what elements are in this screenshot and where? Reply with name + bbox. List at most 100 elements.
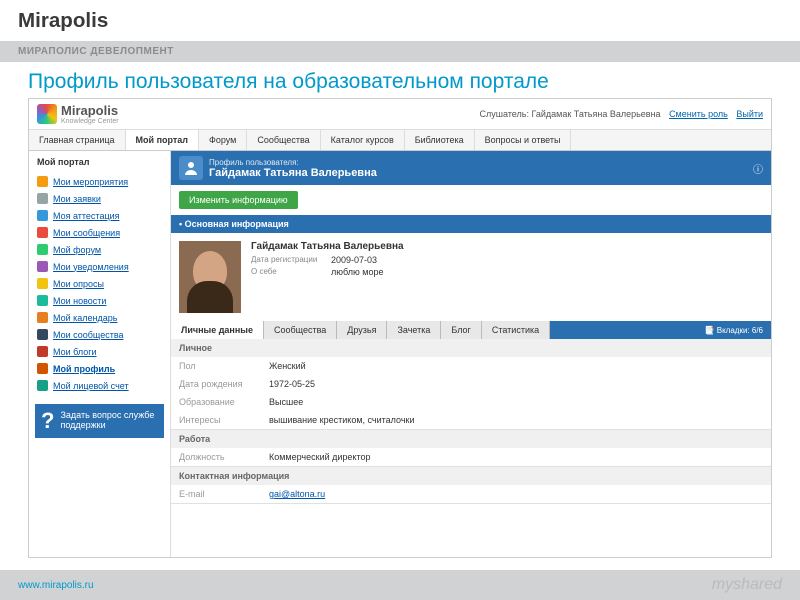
sidebar-item[interactable]: Мои сообщения xyxy=(29,224,170,241)
detail-section-header: Личное xyxy=(171,339,771,357)
detail-row: ДолжностьКоммерческий директор xyxy=(171,448,771,466)
support-button[interactable]: ? Задать вопрос службе поддержки xyxy=(35,404,164,438)
user-role-label: Слушатель: xyxy=(480,109,529,119)
sidebar-item[interactable]: Мой лицевой счет xyxy=(29,377,170,394)
app-logo-text: Mirapolis xyxy=(61,103,119,118)
footer-url[interactable]: www.mirapolis.ru xyxy=(18,580,94,591)
sidebar-item[interactable]: Мои мероприятия xyxy=(29,173,170,190)
page-footer: www.mirapolis.ru myshared xyxy=(0,570,800,600)
sidebar-item-label: Мой профиль xyxy=(53,364,115,374)
detail-label: Дата рождения xyxy=(179,379,269,389)
nav-tab[interactable]: Сообщества xyxy=(247,130,320,150)
app-logo-sub: Knowledge Center xyxy=(61,118,119,125)
sidebar-item[interactable]: Мои блоги xyxy=(29,343,170,360)
sidebar-item-label: Мои новости xyxy=(53,296,106,306)
sidebar-item[interactable]: Моя аттестация xyxy=(29,207,170,224)
logout-link[interactable]: Выйти xyxy=(736,109,763,119)
sidebar-item-icon xyxy=(37,261,48,272)
sidebar-item-icon xyxy=(37,278,48,289)
detail-section-header: Работа xyxy=(171,430,771,448)
sidebar-item[interactable]: Мои сообщества xyxy=(29,326,170,343)
sidebar-item-label: Мои мероприятия xyxy=(53,177,128,187)
tab-count: 📑 Вкладки: 6/6 xyxy=(697,326,771,335)
app-logo-icon xyxy=(37,104,57,124)
about-label: О себе xyxy=(251,267,323,277)
change-role-link[interactable]: Сменить роль xyxy=(669,109,728,119)
sidebar-item-label: Мои блоги xyxy=(53,347,97,357)
sidebar-item[interactable]: Мои новости xyxy=(29,292,170,309)
sidebar-item-icon xyxy=(37,380,48,391)
profile-full-name: Гайдамак Татьяна Валерьевна xyxy=(251,241,404,252)
detail-section-header: Контактная информация xyxy=(171,467,771,485)
profile-tab[interactable]: Статистика xyxy=(482,321,550,339)
reg-date-value: 2009-07-03 xyxy=(331,255,377,265)
profile-icon xyxy=(179,156,203,180)
detail-value: 1972-05-25 xyxy=(269,379,315,389)
profile-tab[interactable]: Сообщества xyxy=(264,321,337,339)
app-top-bar: Mirapolis Knowledge Center Слушатель: Га… xyxy=(29,99,771,130)
sidebar-item-icon xyxy=(37,329,48,340)
detail-label: Должность xyxy=(179,452,269,462)
nav-tab[interactable]: Библиотека xyxy=(405,130,475,150)
nav-tabs: Главная страницаМой порталФорумСообществ… xyxy=(29,130,771,151)
sidebar-item-icon xyxy=(37,312,48,323)
sidebar-item[interactable]: Мой календарь xyxy=(29,309,170,326)
sidebar-item-label: Мой календарь xyxy=(53,313,117,323)
user-bar: Слушатель: Гайдамак Татьяна Валерьевна С… xyxy=(480,109,764,119)
sidebar-item[interactable]: Мои уведомления xyxy=(29,258,170,275)
sidebar-item[interactable]: Мой профиль xyxy=(29,360,170,377)
sidebar-item[interactable]: Мой форум xyxy=(29,241,170,258)
sidebar-item-label: Мои заявки xyxy=(53,194,101,204)
sidebar-title: Мой портал xyxy=(29,151,170,173)
sidebar-item[interactable]: Мои опросы xyxy=(29,275,170,292)
about-value: люблю море xyxy=(331,267,383,277)
detail-label: E-mail xyxy=(179,489,269,499)
svg-text:Mirapolis: Mirapolis xyxy=(18,9,108,32)
sidebar-item-icon xyxy=(37,363,48,374)
profile-sub-tabs: Личные данныеСообществаДрузьяЗачеткаБлог… xyxy=(171,321,771,339)
app-logo: Mirapolis Knowledge Center xyxy=(37,103,119,125)
profile-tab[interactable]: Зачетка xyxy=(387,321,441,339)
sidebar-item[interactable]: Мои заявки xyxy=(29,190,170,207)
sidebar-item-icon xyxy=(37,227,48,238)
main-info-section-bar: • Основная информация xyxy=(171,215,771,233)
profile-header-name: Гайдамак Татьяна Валерьевна xyxy=(209,167,377,179)
nav-tab[interactable]: Мой портал xyxy=(126,130,199,150)
profile-tab[interactable]: Блог xyxy=(441,321,481,339)
page-title: Профиль пользователя на образовательном … xyxy=(0,62,800,98)
detail-value: вышивание крестиком, считалочки xyxy=(269,415,414,425)
photo-row: Гайдамак Татьяна Валерьевна Дата регистр… xyxy=(171,233,771,321)
profile-photo xyxy=(179,241,241,313)
question-icon: ? xyxy=(41,410,54,432)
support-label: Задать вопрос службе поддержки xyxy=(60,410,158,432)
profile-tab[interactable]: Личные данные xyxy=(171,321,264,339)
nav-tab[interactable]: Каталог курсов xyxy=(321,130,405,150)
footer-watermark: myshared xyxy=(712,576,782,594)
detail-row: Дата рождения1972-05-25 xyxy=(171,375,771,393)
sidebar-item-label: Моя аттестация xyxy=(53,211,120,221)
detail-value[interactable]: gai@altona.ru xyxy=(269,489,325,499)
sidebar-item-icon xyxy=(37,346,48,357)
profile-header: Профиль пользователя: Гайдамак Татьяна В… xyxy=(171,151,771,185)
user-name: Гайдамак Татьяна Валерьевна xyxy=(531,109,660,119)
nav-tab[interactable]: Форум xyxy=(199,130,247,150)
detail-value: Коммерческий директор xyxy=(269,452,370,462)
brand-logo: Mirapolis xyxy=(0,0,800,41)
sidebar-item-icon xyxy=(37,244,48,255)
profile-tab[interactable]: Друзья xyxy=(337,321,387,339)
sidebar-item-icon xyxy=(37,295,48,306)
nav-tab[interactable]: Вопросы и ответы xyxy=(475,130,572,150)
detail-label: Пол xyxy=(179,361,269,371)
edit-info-button[interactable]: Изменить информацию xyxy=(179,191,298,209)
sidebar-item-label: Мои опросы xyxy=(53,279,104,289)
reg-date-label: Дата регистрации xyxy=(251,255,323,265)
nav-tab[interactable]: Главная страница xyxy=(29,130,126,150)
detail-value: Женский xyxy=(269,361,306,371)
sidebar-item-label: Мой форум xyxy=(53,245,101,255)
detail-label: Интересы xyxy=(179,415,269,425)
sidebar-item-icon xyxy=(37,193,48,204)
detail-row: E-mailgai@altona.ru xyxy=(171,485,771,503)
detail-label: Образование xyxy=(179,397,269,407)
help-icon[interactable]: ⓘ xyxy=(753,161,763,176)
sidebar-item-icon xyxy=(37,210,48,221)
